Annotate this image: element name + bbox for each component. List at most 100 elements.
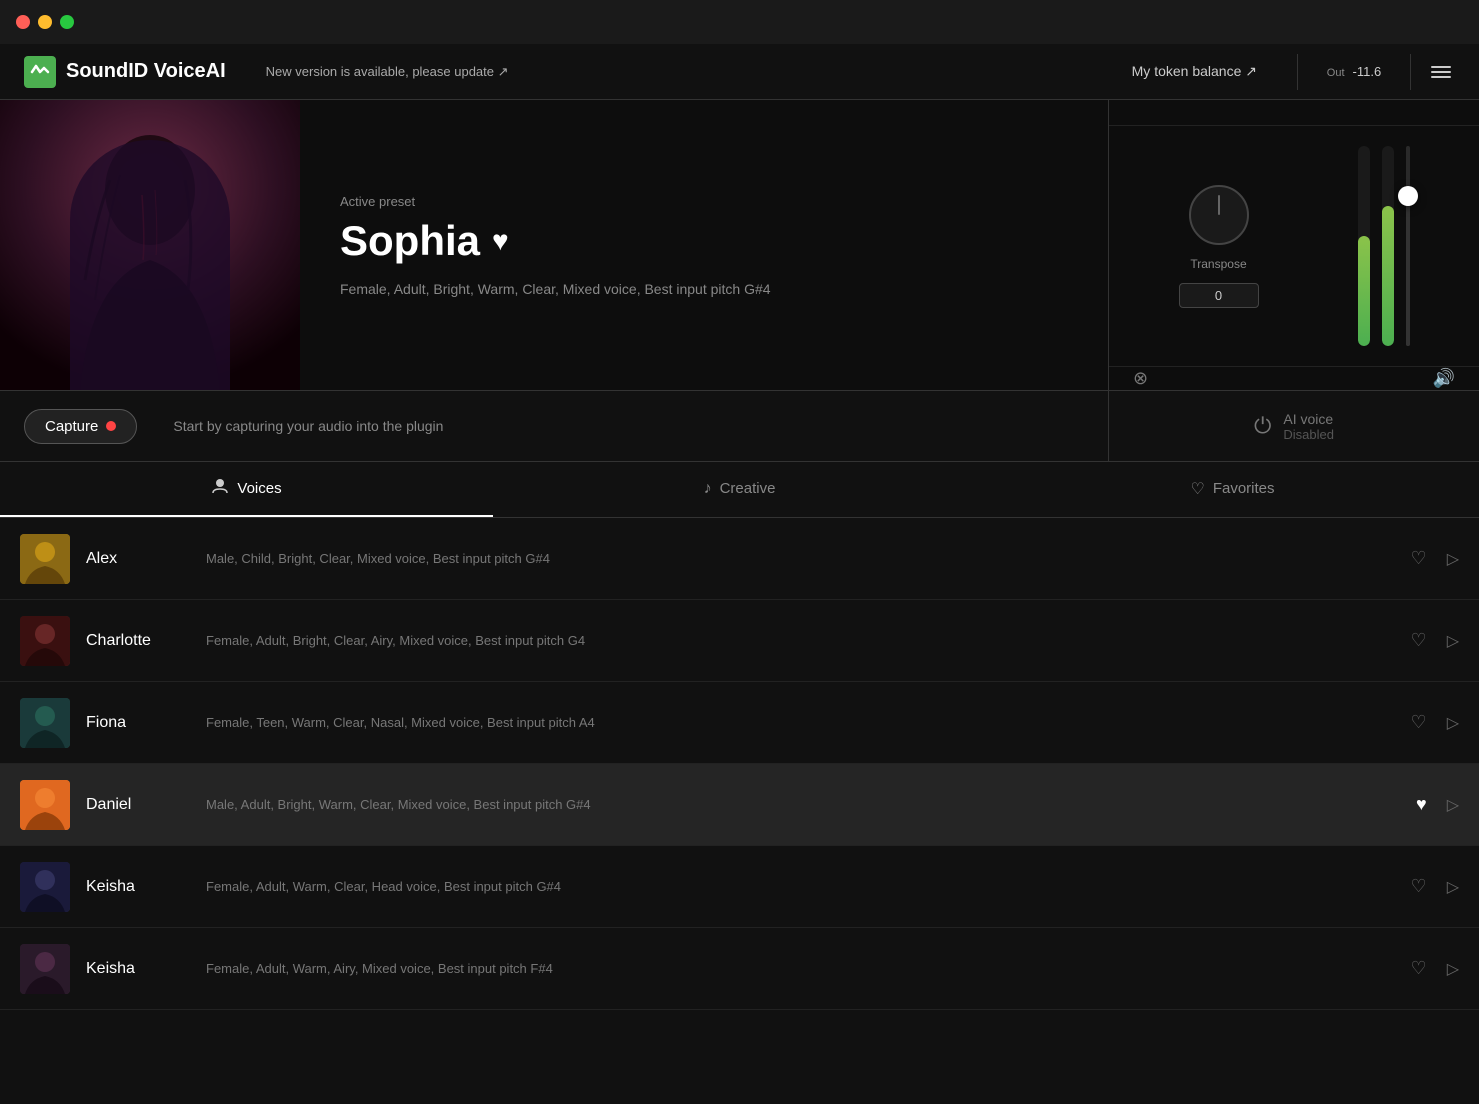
voice-tags-alex: Male, Child, Bright, Clear, Mixed voice,…: [206, 551, 1407, 566]
avatar-alex: [20, 534, 70, 584]
ai-voice-status: Disabled: [1283, 427, 1334, 442]
voice-actions-charlotte: ♡ ▷: [1407, 626, 1459, 655]
voice-name-keisha2: Keisha: [86, 960, 206, 978]
capture-bar: Capture Start by capturing your audio in…: [0, 390, 1479, 462]
preset-name: Sophia ♥: [340, 217, 1068, 265]
artist-silhouette: [0, 100, 300, 390]
tab-favorites[interactable]: ♡ Favorites: [986, 462, 1479, 517]
knob-mark: [1218, 195, 1220, 215]
favorite-icon-charlotte[interactable]: ♡: [1407, 626, 1431, 655]
speaker-icon[interactable]: 🔊: [1433, 368, 1455, 389]
output-slider[interactable]: [1406, 146, 1410, 346]
capture-dot: [106, 421, 116, 431]
voice-list: Alex Male, Child, Bright, Clear, Mixed v…: [0, 518, 1479, 1104]
vu-left-fill: [1358, 236, 1370, 346]
voice-tags-keisha2: Female, Adult, Warm, Airy, Mixed voice, …: [206, 961, 1407, 976]
play-icon-keisha2[interactable]: ▷: [1447, 959, 1459, 979]
minimize-button[interactable]: [38, 15, 52, 29]
active-preset-label: Active preset: [340, 194, 1068, 209]
transpose-value[interactable]: 0: [1179, 283, 1259, 308]
link-icon[interactable]: ⊗: [1133, 368, 1148, 389]
tab-voices[interactable]: Voices: [0, 462, 493, 517]
favorite-icon-alex[interactable]: ♡: [1407, 544, 1431, 573]
play-icon-daniel[interactable]: ▷: [1447, 795, 1459, 815]
transpose-section: Transpose 0: [1179, 185, 1259, 308]
voice-name-fiona: Fiona: [86, 714, 206, 732]
voice-name-keisha1: Keisha: [86, 878, 206, 896]
power-button[interactable]: ⏻: [1254, 413, 1271, 439]
right-panel-header: [1109, 100, 1479, 126]
close-button[interactable]: [16, 15, 30, 29]
voice-tags-fiona: Female, Teen, Warm, Clear, Nasal, Mixed …: [206, 715, 1407, 730]
voice-header-area: Active preset Sophia ♥ Female, Adult, Br…: [0, 100, 1479, 390]
voice-row[interactable]: Keisha Female, Adult, Warm, Clear, Head …: [0, 846, 1479, 928]
vu-right: [1382, 146, 1394, 346]
voice-row[interactable]: Fiona Female, Teen, Warm, Clear, Nasal, …: [0, 682, 1479, 764]
maximize-button[interactable]: [60, 15, 74, 29]
slider-track: [1406, 146, 1410, 346]
capture-controls: Capture Start by capturing your audio in…: [0, 409, 1108, 444]
voice-tags-keisha1: Female, Adult, Warm, Clear, Head voice, …: [206, 879, 1407, 894]
menu-button[interactable]: [1427, 62, 1455, 82]
voice-actions-fiona: ♡ ▷: [1407, 708, 1459, 737]
out-level: Out -11.6: [1314, 64, 1394, 79]
update-notice[interactable]: New version is available, please update …: [266, 64, 1132, 80]
right-panel-footer: ⊗ 🔊: [1109, 366, 1479, 390]
app-content: SoundID VoiceAI New version is available…: [0, 44, 1479, 1104]
favorite-heart-icon[interactable]: ♥: [492, 225, 509, 257]
header: SoundID VoiceAI New version is available…: [0, 44, 1479, 100]
vu-meter-group: [1358, 146, 1410, 346]
avatar-keisha2: [20, 944, 70, 994]
tab-creative-label: Creative: [720, 480, 776, 497]
voices-tab-icon: [211, 477, 229, 500]
right-panel-body: Transpose 0: [1109, 126, 1479, 366]
avatar-keisha1: [20, 862, 70, 912]
ai-voice-panel: ⏻ AI voice Disabled: [1108, 391, 1479, 461]
play-icon-fiona[interactable]: ▷: [1447, 713, 1459, 733]
divider: [1297, 54, 1298, 90]
tab-favorites-label: Favorites: [1213, 480, 1275, 497]
token-balance[interactable]: My token balance ↗: [1132, 63, 1257, 80]
play-icon-alex[interactable]: ▷: [1447, 549, 1459, 569]
voice-row-selected[interactable]: Daniel Male, Adult, Bright, Warm, Clear,…: [0, 764, 1479, 846]
voice-row[interactable]: Keisha Female, Adult, Warm, Airy, Mixed …: [0, 928, 1479, 1010]
voice-tags-daniel: Male, Adult, Bright, Warm, Clear, Mixed …: [206, 797, 1412, 812]
favorite-icon-daniel[interactable]: ♥: [1412, 790, 1431, 819]
voice-row[interactable]: Charlotte Female, Adult, Bright, Clear, …: [0, 600, 1479, 682]
voice-actions-keisha2: ♡ ▷: [1407, 954, 1459, 983]
creative-tab-icon: ♪: [704, 480, 712, 498]
right-panel: Transpose 0: [1108, 100, 1479, 390]
capture-button[interactable]: Capture: [24, 409, 137, 444]
logo: SoundID VoiceAI: [24, 56, 226, 88]
favorite-icon-keisha1[interactable]: ♡: [1407, 872, 1431, 901]
tabs-bar: Voices ♪ Creative ♡ Favorites: [0, 462, 1479, 518]
avatar-fiona: [20, 698, 70, 748]
voice-row[interactable]: Alex Male, Child, Bright, Clear, Mixed v…: [0, 518, 1479, 600]
play-icon-keisha1[interactable]: ▷: [1447, 877, 1459, 897]
avatar-daniel: [20, 780, 70, 830]
traffic-lights: [16, 15, 74, 29]
slider-thumb[interactable]: [1398, 186, 1418, 206]
voice-actions-daniel: ♥ ▷: [1412, 790, 1459, 819]
vu-right-fill: [1382, 206, 1394, 346]
transpose-label: Transpose: [1190, 257, 1246, 271]
voice-actions-keisha1: ♡ ▷: [1407, 872, 1459, 901]
capture-instruction: Start by capturing your audio into the p…: [173, 418, 1084, 434]
slider-fill: [1406, 196, 1410, 346]
divider2: [1410, 54, 1411, 90]
favorite-icon-keisha2[interactable]: ♡: [1407, 954, 1431, 983]
avatar-charlotte: [20, 616, 70, 666]
voice-name-alex: Alex: [86, 550, 206, 568]
logo-icon: [24, 56, 56, 88]
favorites-tab-icon: ♡: [1190, 479, 1204, 499]
voice-tags-charlotte: Female, Adult, Bright, Clear, Airy, Mixe…: [206, 633, 1407, 648]
logo-text: SoundID VoiceAI: [66, 60, 226, 83]
vu-right-track: [1382, 146, 1394, 346]
tab-creative[interactable]: ♪ Creative: [493, 462, 986, 517]
ai-voice-title: AI voice: [1283, 411, 1334, 427]
transpose-knob[interactable]: [1189, 185, 1249, 245]
vu-left: [1358, 146, 1370, 346]
favorite-icon-fiona[interactable]: ♡: [1407, 708, 1431, 737]
out-label: Out: [1327, 67, 1345, 79]
play-icon-charlotte[interactable]: ▷: [1447, 631, 1459, 651]
